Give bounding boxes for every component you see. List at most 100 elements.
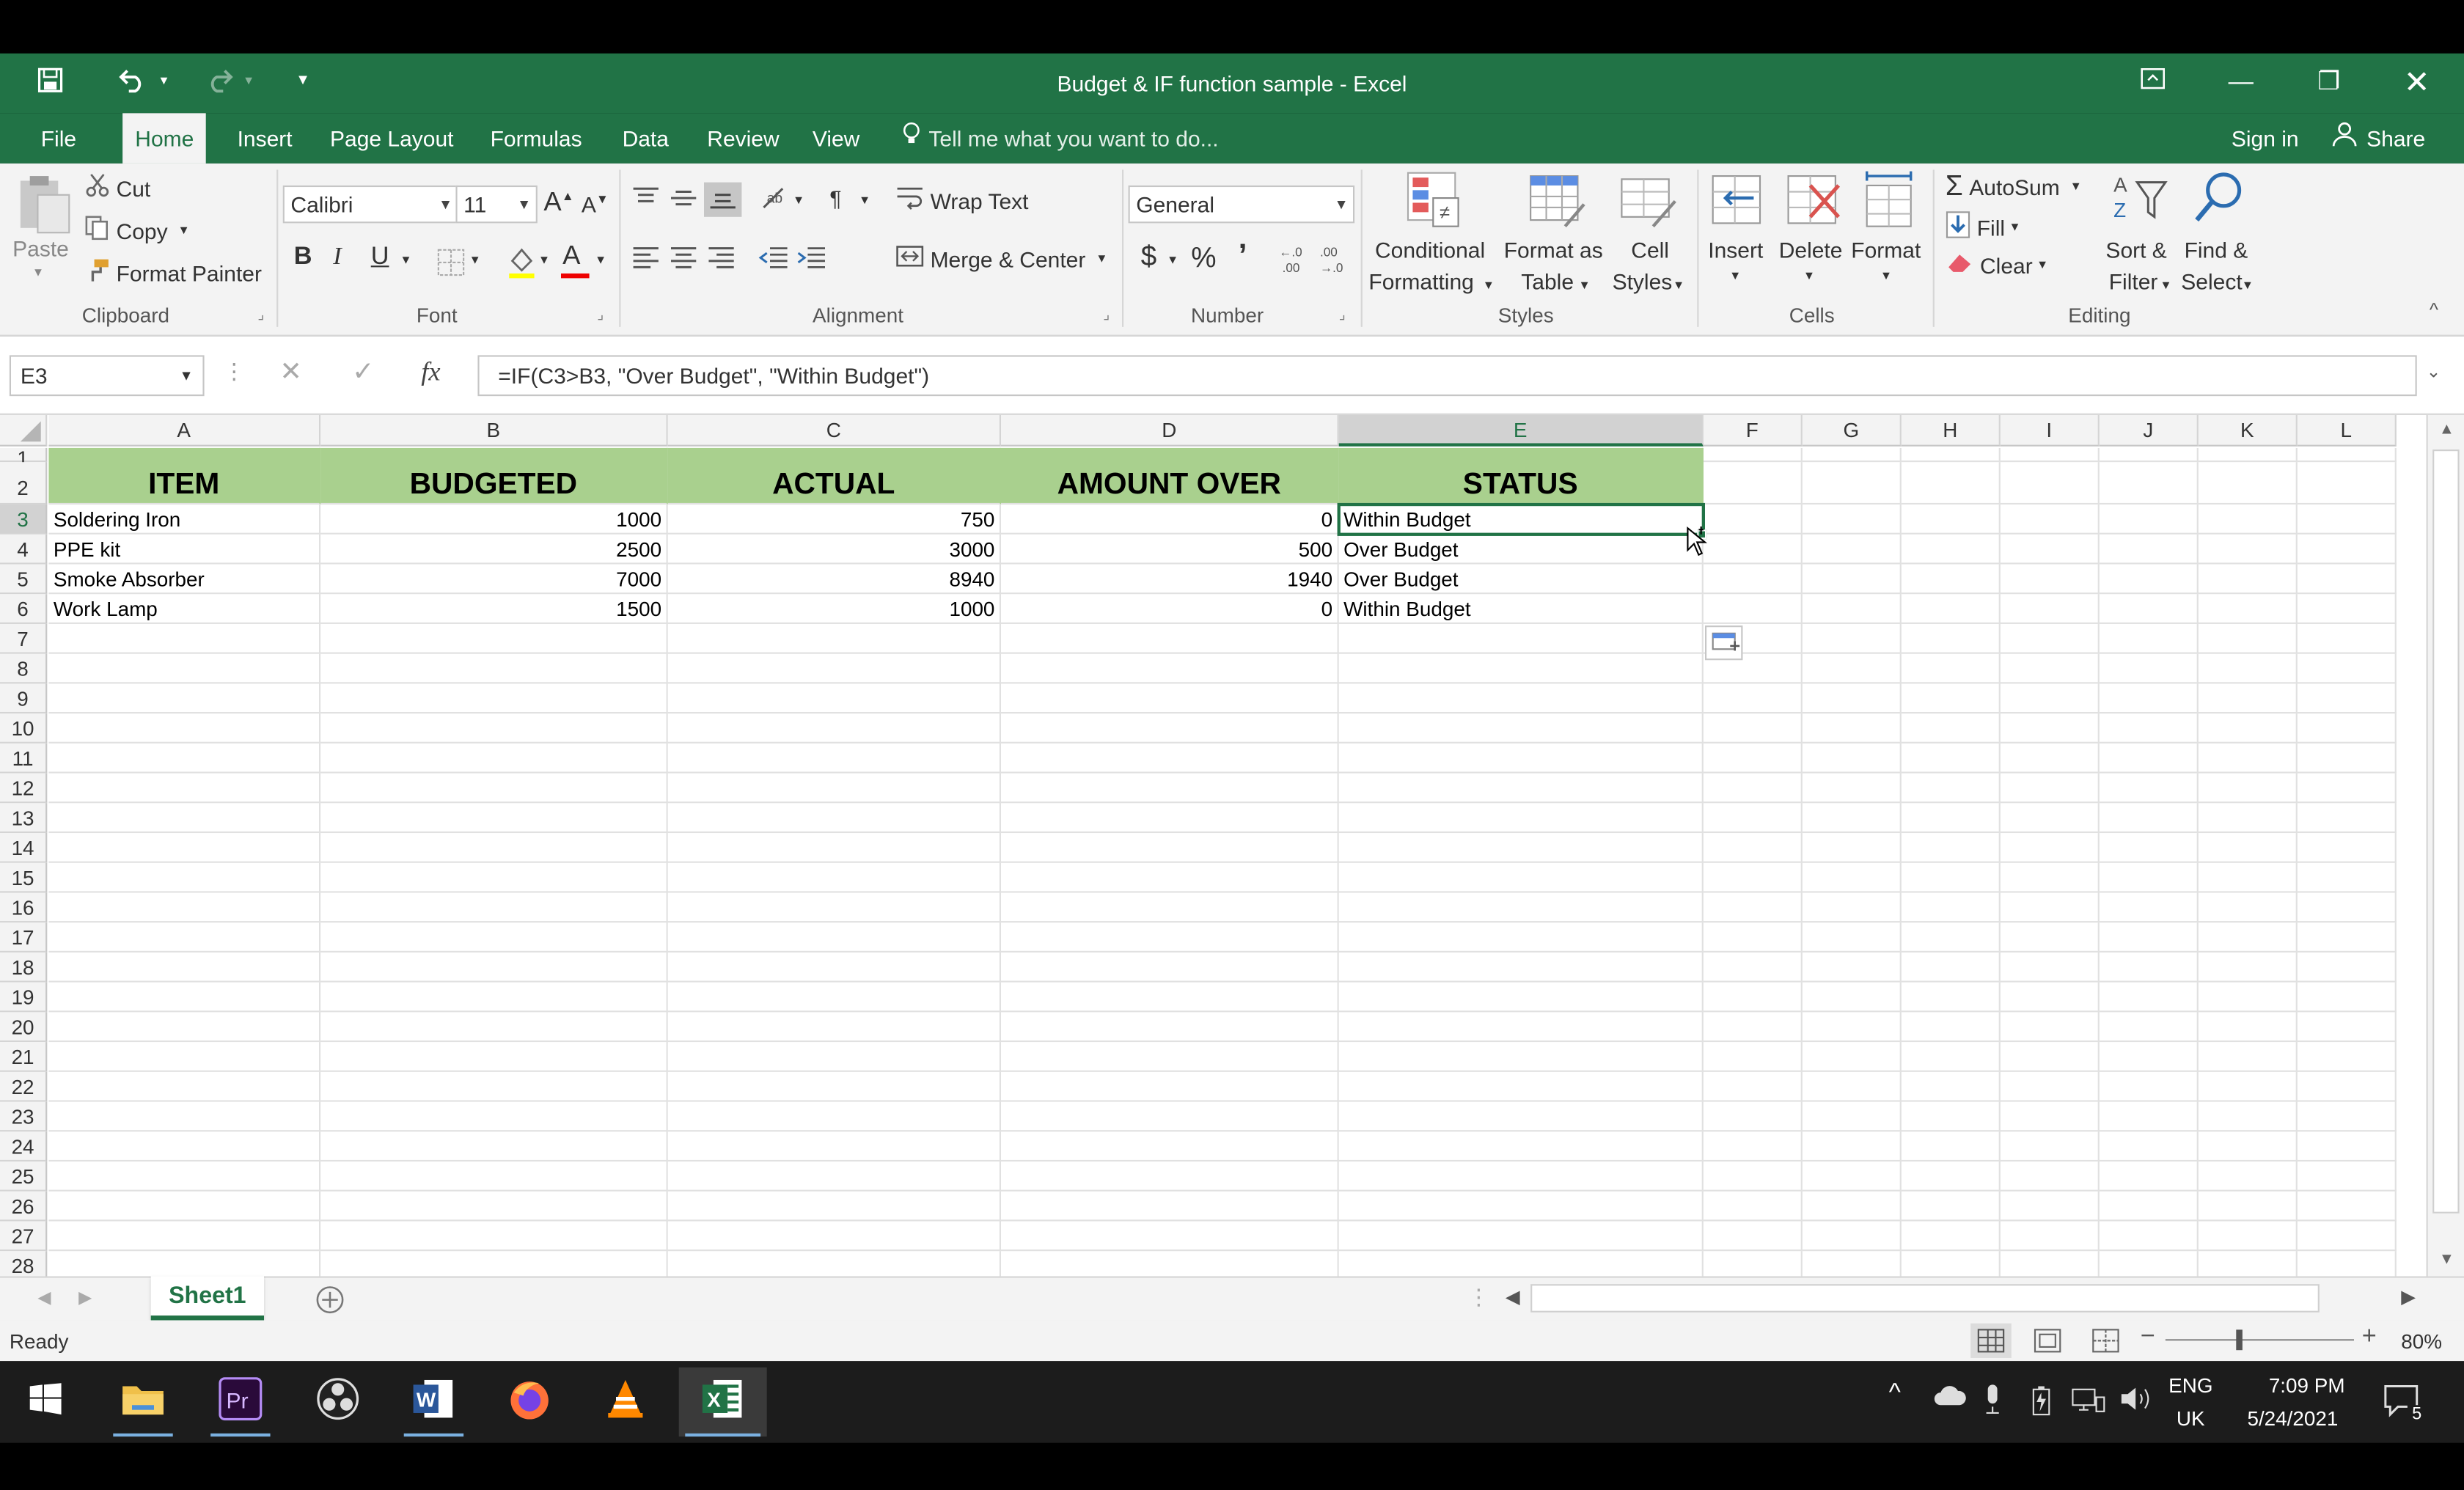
network-icon[interactable] xyxy=(2071,1388,2105,1418)
grid-cell[interactable] xyxy=(1901,982,2001,1013)
new-sheet-icon[interactable] xyxy=(315,1284,346,1324)
grid-cell[interactable] xyxy=(1703,862,1803,893)
grid-cell[interactable] xyxy=(2099,1221,2199,1252)
column-header-e[interactable]: E xyxy=(1338,414,1704,447)
grid-cell[interactable] xyxy=(2198,803,2298,834)
grid-cell[interactable] xyxy=(48,743,321,774)
grid-cell[interactable] xyxy=(2099,1101,2199,1132)
grid-cell[interactable] xyxy=(320,1042,668,1072)
grid-cell[interactable] xyxy=(1338,1131,1704,1162)
grid-cell[interactable] xyxy=(1001,1012,1339,1043)
column-header-d[interactable]: D xyxy=(1001,414,1339,447)
sheet-tab-sheet1[interactable]: Sheet1 xyxy=(150,1276,264,1321)
grid-cell[interactable] xyxy=(2199,1251,2298,1277)
grid-cell[interactable] xyxy=(2099,447,2199,463)
grid-cell[interactable] xyxy=(1802,683,1902,714)
grid-cell[interactable] xyxy=(2297,623,2397,654)
font-color-icon[interactable]: A xyxy=(562,241,580,272)
grid-cell[interactable] xyxy=(48,683,321,714)
grid-cell[interactable] xyxy=(2000,534,2100,565)
grid-cell[interactable] xyxy=(2000,1161,2100,1192)
grid-cell[interactable] xyxy=(2297,594,2397,624)
increase-indent-icon[interactable] xyxy=(795,245,826,275)
grid-cell[interactable] xyxy=(1802,1161,1902,1192)
grid-cell[interactable] xyxy=(1901,462,2001,505)
grid-cell[interactable] xyxy=(1802,534,1902,565)
cut-button[interactable]: Cut xyxy=(85,173,150,203)
grid-cell[interactable] xyxy=(2297,1012,2397,1043)
row-header[interactable]: 7 xyxy=(0,623,48,654)
grid-cell[interactable] xyxy=(667,952,1001,983)
grid-cell[interactable] xyxy=(1338,713,1704,744)
grid-cell[interactable] xyxy=(1901,1191,2001,1222)
grid-cell[interactable] xyxy=(1703,504,1803,535)
font-color-dropdown-icon[interactable]: ▾ xyxy=(597,252,604,269)
grid-cell[interactable] xyxy=(2000,713,2100,744)
grid-cell[interactable] xyxy=(2297,1221,2397,1252)
data-cell[interactable]: 0 xyxy=(1001,504,1339,535)
grid-cell[interactable] xyxy=(2000,922,2100,953)
grid-cell[interactable] xyxy=(2099,462,2199,505)
grid-cell[interactable] xyxy=(1338,862,1704,893)
minimize-icon[interactable]: — xyxy=(2210,63,2273,104)
grid-cell[interactable] xyxy=(320,1012,668,1043)
column-header-a[interactable]: A xyxy=(48,414,321,447)
grid-cell[interactable] xyxy=(1703,1012,1803,1043)
grid-cell[interactable] xyxy=(667,1071,1001,1102)
grid-cell[interactable] xyxy=(1802,1191,1902,1222)
grid-cell[interactable] xyxy=(667,713,1001,744)
grid-cell[interactable] xyxy=(2000,1012,2100,1043)
grid-cell[interactable] xyxy=(1001,982,1339,1013)
grid-cell[interactable] xyxy=(1802,653,1902,684)
column-header-c[interactable]: C xyxy=(667,414,1001,447)
row-header[interactable]: 15 xyxy=(0,862,48,893)
grid-cell[interactable] xyxy=(2297,833,2397,863)
grid-cell[interactable] xyxy=(2198,982,2298,1013)
grid-cell[interactable] xyxy=(48,1131,321,1162)
grid-cell[interactable] xyxy=(2198,833,2298,863)
tab-review[interactable]: Review xyxy=(694,113,792,164)
grid-cell[interactable] xyxy=(1901,683,2001,714)
data-cell[interactable]: PPE kit xyxy=(48,534,321,565)
grid-cell[interactable] xyxy=(1902,1251,2001,1277)
grid-cell[interactable] xyxy=(2297,952,2397,983)
grid-cell[interactable] xyxy=(2297,683,2397,714)
tab-home[interactable]: Home xyxy=(122,113,207,164)
grid-cell[interactable] xyxy=(1001,1101,1339,1132)
align-right-icon[interactable] xyxy=(707,245,736,275)
grid-cell[interactable] xyxy=(1001,1251,1339,1277)
column-header-j[interactable]: J xyxy=(2099,414,2199,447)
grid-cell[interactable] xyxy=(1901,1042,2001,1072)
grid-cell[interactable] xyxy=(2297,504,2397,535)
grid-cell[interactable] xyxy=(48,653,321,684)
grid-cell[interactable] xyxy=(1703,1161,1803,1192)
tab-page-layout[interactable]: Page Layout xyxy=(318,113,466,164)
horizontal-scroll-thumb[interactable] xyxy=(1530,1284,2320,1313)
grid-cell[interactable] xyxy=(1802,1101,1902,1132)
normal-view-button[interactable] xyxy=(1970,1323,2012,1358)
grid-cell[interactable] xyxy=(2198,653,2298,684)
grid-cell[interactable] xyxy=(2198,1012,2298,1043)
data-cell[interactable]: 1500 xyxy=(320,594,668,624)
grid-cell[interactable] xyxy=(2297,534,2397,565)
grid-cell[interactable] xyxy=(48,1251,321,1277)
grid-cell[interactable] xyxy=(48,982,321,1013)
row-header[interactable]: 14 xyxy=(0,833,48,863)
show-hidden-icons-icon[interactable]: ^ xyxy=(1889,1380,1901,1409)
battery-icon[interactable] xyxy=(2031,1384,2053,1420)
column-header-b[interactable]: B xyxy=(320,414,668,447)
grid-cell[interactable] xyxy=(2099,534,2199,565)
grid-cell[interactable] xyxy=(1901,713,2001,744)
grid-cell[interactable] xyxy=(2198,1191,2298,1222)
grid-cell[interactable] xyxy=(1802,713,1902,744)
grid-cell[interactable] xyxy=(320,862,668,893)
grid-cell[interactable] xyxy=(1901,862,2001,893)
share-button[interactable]: Share xyxy=(2320,113,2438,164)
grid-cell[interactable] xyxy=(667,1101,1001,1132)
grid-cell[interactable] xyxy=(667,773,1001,804)
italic-button[interactable]: I xyxy=(333,243,341,272)
grid-cell[interactable] xyxy=(2099,862,2199,893)
grid-cell[interactable] xyxy=(320,922,668,953)
grid-cell[interactable] xyxy=(1803,1251,1902,1277)
row-header[interactable]: 23 xyxy=(0,1101,48,1132)
